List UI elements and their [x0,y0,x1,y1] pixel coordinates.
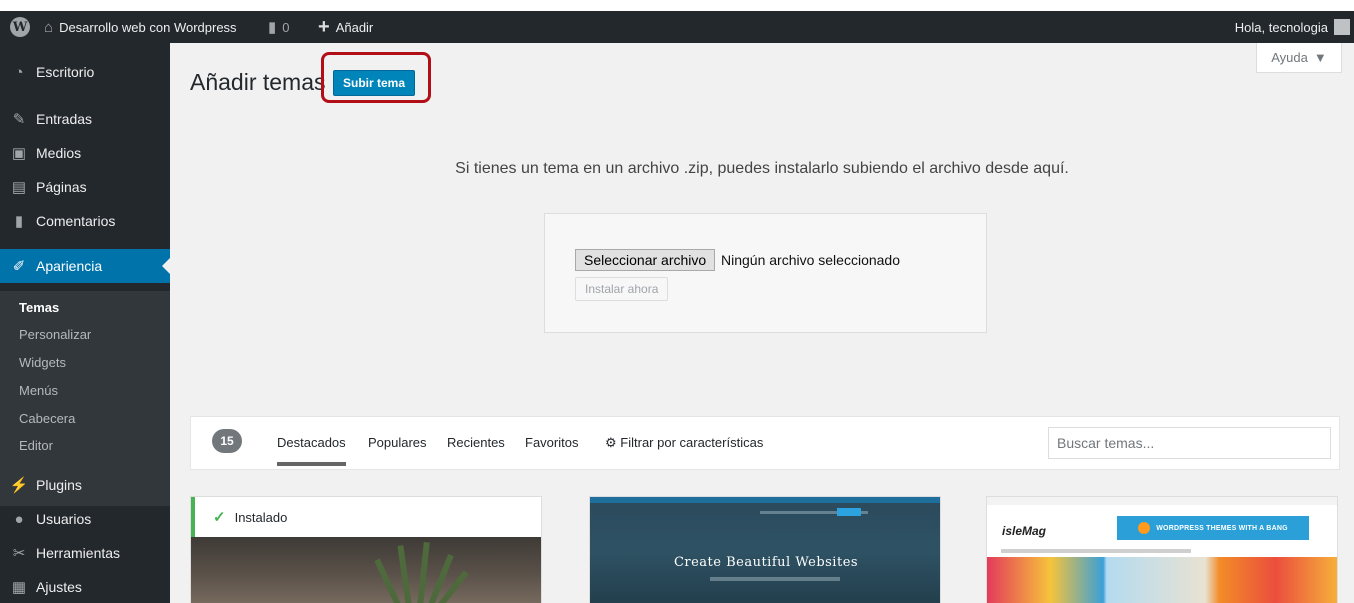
wordpress-logo-menu[interactable]: W [10,11,30,43]
users-icon: ● [14,510,24,528]
highlight-annotation [321,52,431,103]
tab-recientes[interactable]: Recientes [447,435,505,450]
sidebar-item-label: Ajustes [36,579,82,595]
dashboard-icon: ◔ [14,63,24,81]
plant-leaf [374,558,402,603]
comment-icon: ▮ [14,213,24,230]
tab-destacados[interactable]: Destacados [277,435,346,466]
theme-top-bar [590,497,940,503]
theme-logo-text: isleMag [1002,524,1047,538]
comments-link[interactable]: ▮ 0 [268,11,290,43]
sidebar-item-escritorio[interactable]: ◔ Escritorio [0,55,170,89]
feature-filter-label: Filtrar por características [620,435,764,450]
page-title: Añadir temas [190,69,326,95]
sidebar-item-label: Apariencia [36,258,103,274]
comment-icon: ▮ [268,19,277,36]
choose-file-button[interactable]: Seleccionar archivo [575,249,716,271]
theme-subtext [710,577,840,581]
plant-leaf [397,545,412,603]
my-account-menu[interactable]: Hola, tecnologia [1235,11,1350,43]
site-name-link[interactable]: ⌂ Desarrollo web con Wordpress [44,11,237,43]
theme-card[interactable]: ✓ Instalado [190,496,542,603]
theme-nav [1001,549,1191,553]
sidebar-item-ajustes[interactable]: ▦ Ajustes [0,570,170,603]
sidebar-item-comentarios[interactable]: ▮ Comentarios [0,204,170,238]
sidebar-item-label: Entradas [36,111,93,127]
main-content: Añadir temas Subir tema Ayuda ▼ Si tiene… [170,43,1354,603]
greeting: Hola, tecnologia [1234,19,1328,35]
sidebar-item-label: Escritorio [36,64,95,80]
theme-count-badge: 15 [212,429,242,453]
chevron-down-icon: ▼ [1313,50,1327,65]
submenu-personalizar[interactable]: Personalizar [19,327,91,342]
theme-screenshot [987,557,1337,603]
theme-logo: isleMag [1002,524,1046,538]
submenu-cabecera[interactable]: Cabecera [19,411,75,426]
help-tab-label: Ayuda [1271,50,1308,65]
avatar [1334,19,1350,35]
wrench-icon: ✂ [12,545,26,562]
sidebar-item-label: Páginas [36,179,87,195]
sidebar-item-label: Herramientas [36,545,121,561]
paintbrush-icon: ✐ [12,258,26,275]
tab-populares[interactable]: Populares [368,435,427,450]
sidebar-item-entradas[interactable]: ✎ Entradas [0,102,170,136]
submenu-editor[interactable]: Editor [19,438,53,453]
sidebar-item-label: Comentarios [36,213,116,229]
theme-screenshot [191,537,541,603]
theme-card[interactable]: Create Beautiful Websites [589,496,941,603]
search-themes-input[interactable] [1048,427,1331,459]
pages-icon: ▤ [11,179,27,196]
sidebar-item-label: Usuarios [36,511,92,527]
upload-form: Seleccionar archivo Ningún archivo selec… [544,213,987,333]
file-status: Ningún archivo seleccionado [721,252,900,268]
theme-headline: Create Beautiful Websites [673,555,859,570]
settings-icon: ▦ [11,579,27,596]
checkmark-icon: ✓ [213,509,226,526]
submenu-widgets[interactable]: Widgets [19,355,66,370]
submenu-temas[interactable]: Temas [19,300,59,315]
sidebar-item-label: Plugins [36,477,82,493]
sidebar-item-plugins[interactable]: ⚡ Plugins [0,468,170,502]
theme-banner: WORDPRESS THEMES WITH A BANG [1117,516,1309,540]
home-icon: ⌂ [44,18,54,36]
plug-icon: ⚡ [9,477,29,494]
site-name: Desarrollo web con Wordpress [59,19,237,35]
help-tab[interactable]: Ayuda ▼ [1256,43,1342,73]
sidebar-item-label: Medios [36,145,82,161]
installed-label: Instalado [234,509,288,525]
theme-top-bar [987,497,1337,505]
sidebar-item-herramientas[interactable]: ✂ Herramientas [0,536,170,570]
media-icon: ▣ [11,145,27,162]
admin-bar: W ⌂ Desarrollo web con Wordpress ▮ 0 + A… [0,11,1354,43]
current-menu-arrow [162,258,170,274]
sidebar-item-medios[interactable]: ▣ Medios [0,136,170,170]
theme-card[interactable]: isleMag WORDPRESS THEMES WITH A BANG [986,496,1338,603]
wordpress-logo-icon: W [10,17,30,37]
sidebar-item-paginas[interactable]: ▤ Páginas [0,170,170,204]
install-now-button[interactable]: Instalar ahora [575,277,669,301]
plant-leaf [417,542,430,603]
comment-count: 0 [282,19,290,35]
admin-sidebar: ◔ Escritorio ✎ Entradas ▣ Medios ▤ Págin… [0,43,170,603]
new-content-link[interactable]: + Añadir [318,11,373,43]
sidebar-item-apariencia[interactable]: ✐ Apariencia [0,249,170,283]
new-content-label: Añadir [335,19,374,35]
theme-filter-bar: 15 Destacados Populares Recientes Favori… [190,416,1340,470]
upload-instructions: Si tienes un tema en un archivo .zip, pu… [455,160,1069,177]
balloon-icon [1138,522,1151,534]
submenu-menus[interactable]: Menús [19,383,58,398]
theme-banner-text: WORDPRESS THEMES WITH A BANG [1156,524,1288,532]
sidebar-item-usuarios[interactable]: ● Usuarios [0,502,170,536]
installed-notice: ✓ Instalado [191,497,541,537]
pin-icon: ✎ [12,111,26,128]
feature-filter-link[interactable]: ⚙ Filtrar por características [605,435,763,451]
tab-favoritos[interactable]: Favoritos [525,435,578,450]
top-strip [0,0,1354,11]
gear-icon: ⚙ [605,435,617,450]
theme-nav-button [837,508,861,516]
plus-icon: + [318,16,330,38]
